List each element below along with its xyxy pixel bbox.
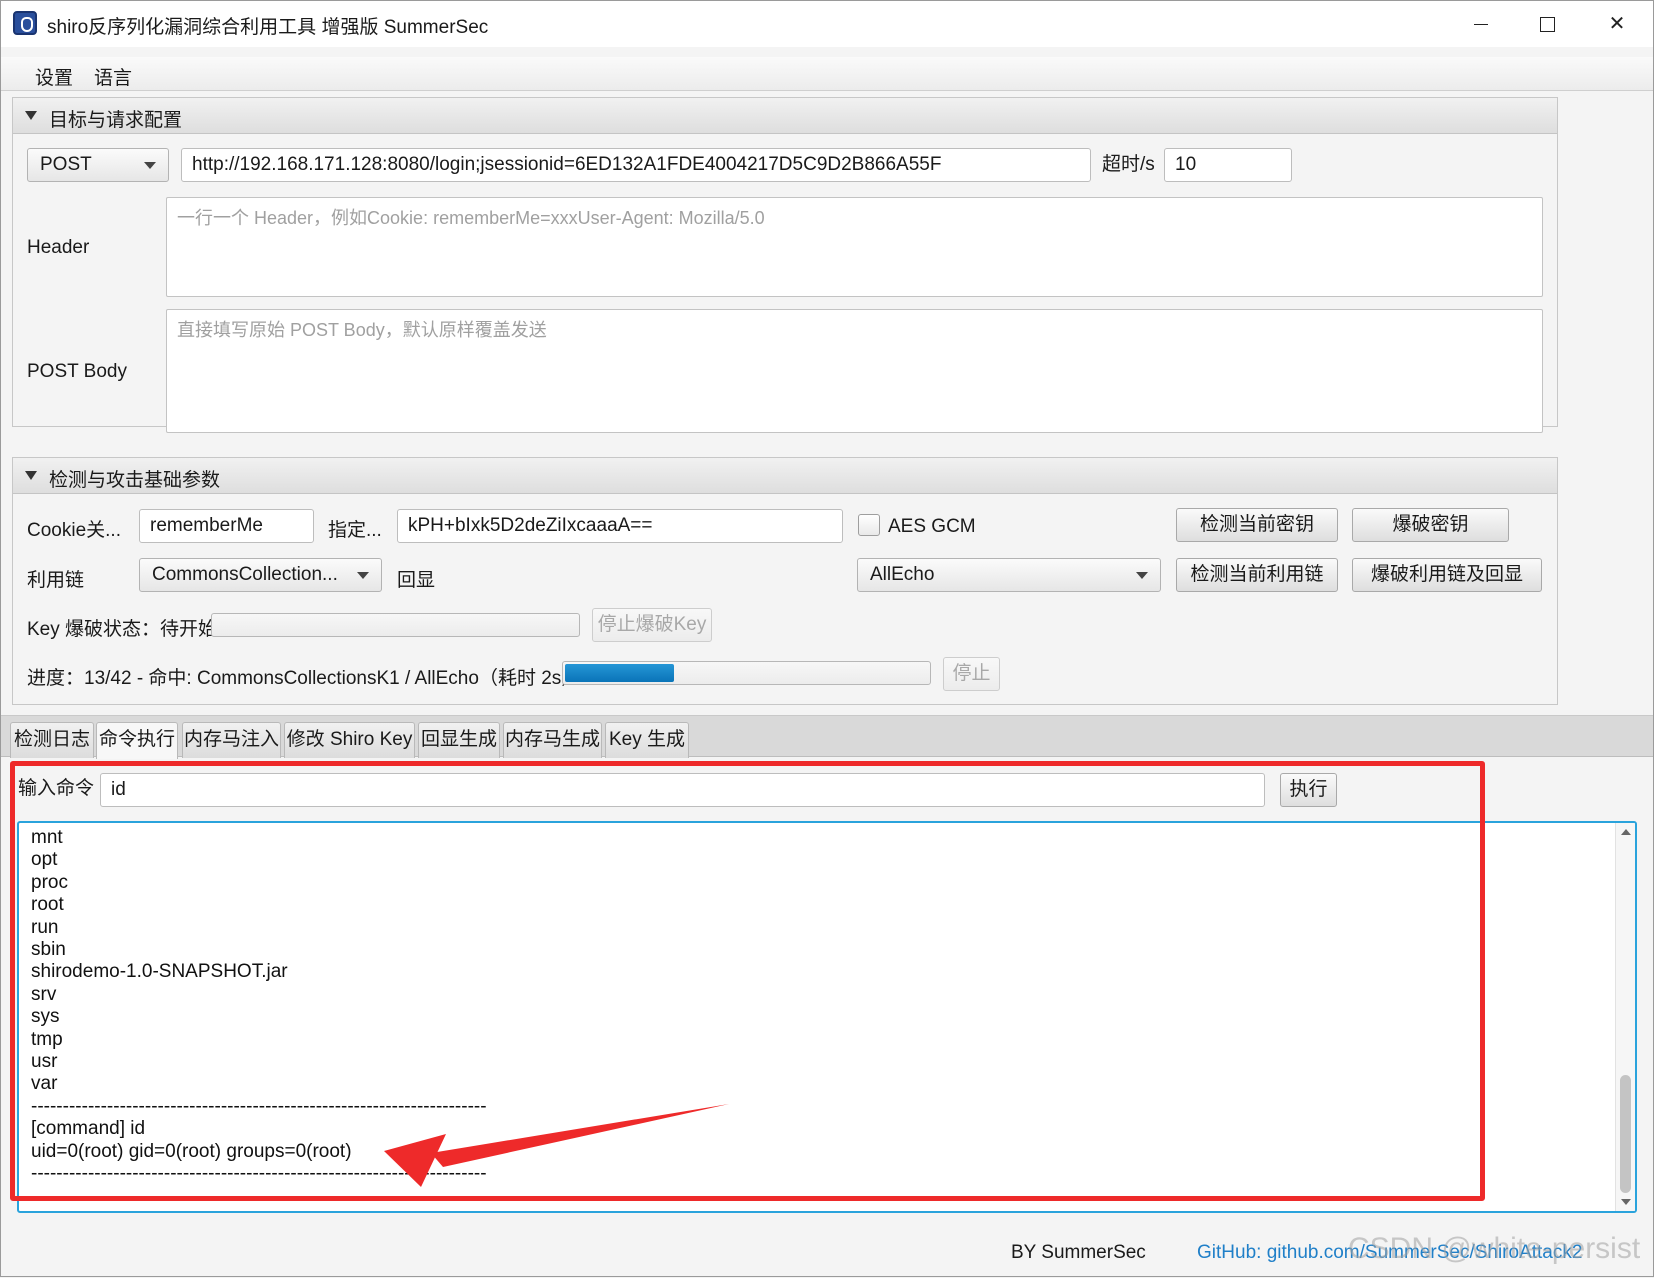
chain-select[interactable]: CommonsCollection... [139, 558, 382, 592]
header-label: Header [27, 237, 90, 258]
target-panel-header[interactable]: 目标与请求配置 [13, 98, 1557, 134]
key-brute-status: Key 爆破状态：待开始 [27, 619, 218, 640]
key-label: 指定... [328, 520, 382, 541]
aes-gcm-checkbox[interactable] [858, 514, 880, 536]
tab-echo-gen[interactable]: 回显生成 [418, 722, 500, 758]
timeout-label: 超时/s [1102, 154, 1155, 175]
stop-button[interactable]: 停止 [943, 657, 1000, 691]
scroll-thumb[interactable] [1620, 1075, 1631, 1193]
stop-key-brute-button[interactable]: 停止爆破Key [592, 608, 712, 642]
cookie-name-input[interactable]: rememberMe [139, 509, 314, 543]
menu-bar: 设置 语言 [1, 57, 1653, 91]
tab-memshell-gen[interactable]: 内存马生成 [503, 722, 602, 758]
echo-select[interactable]: AllEcho [857, 558, 1161, 592]
method-select[interactable]: POST [27, 148, 169, 182]
chain-progress-fill [565, 664, 674, 682]
command-label: 输入命令 [18, 778, 95, 799]
brute-chain-button[interactable]: 爆破利用链及回显 [1352, 558, 1542, 592]
close-button[interactable]: ✕ [1595, 9, 1639, 39]
output-line: ----------------------------------------… [31, 1095, 487, 1117]
output-line: root [31, 894, 64, 916]
scroll-down-icon[interactable] [1621, 1199, 1631, 1205]
output-line: shirodemo-1.0-SNAPSHOT.jar [31, 961, 288, 983]
chevron-down-icon [1136, 572, 1148, 579]
key-brute-progress [211, 613, 580, 637]
output-scrollbar[interactable] [1615, 823, 1635, 1211]
key-input[interactable]: kPH+bIxk5D2deZiIxcaaaA== [397, 509, 843, 543]
post-body-textarea[interactable]: 直接填写原始 POST Body，默认原样覆盖发送 [166, 309, 1543, 433]
echo-label: 回显 [397, 570, 436, 591]
footer-author: BY SummerSec [1011, 1242, 1146, 1263]
output-line: srv [31, 983, 57, 1005]
output-line: usr [31, 1051, 58, 1073]
header-textarea[interactable]: 一行一个 Header，例如Cookie: rememberMe=xxxUser… [166, 197, 1543, 297]
tab-memshell-inject[interactable]: 内存马注入 [182, 722, 281, 758]
chain-progress-bar [562, 661, 931, 685]
menu-language[interactable]: 语言 [94, 63, 132, 90]
command-output[interactable]: mnt opt proc root run sbin shirodemo-1.0-SNAPS… [17, 821, 1637, 1213]
output-line: proc [31, 871, 68, 893]
attack-panel-header[interactable]: 检测与攻击基础参数 [13, 458, 1557, 494]
tab-modify-shiro-key[interactable]: 修改 Shiro Key [284, 722, 415, 758]
echo-value: AllEcho [870, 564, 935, 585]
collapse-triangle-icon [25, 111, 37, 120]
brute-key-button[interactable]: 爆破密钥 [1352, 508, 1509, 542]
collapse-triangle-icon [25, 471, 37, 480]
output-line: [command] id [31, 1118, 146, 1140]
output-line: tmp [31, 1028, 63, 1050]
progress-text: 进度：13/42 - 命中: CommonsCollectionsK1 / Al… [27, 668, 581, 689]
cookie-label: Cookie关... [27, 520, 121, 541]
detect-key-button[interactable]: 检测当前密钥 [1176, 508, 1338, 542]
chain-value: CommonsCollection... [152, 564, 338, 585]
chevron-down-icon [144, 162, 156, 169]
target-panel-title: 目标与请求配置 [49, 110, 183, 131]
detect-chain-button[interactable]: 检测当前利用链 [1176, 558, 1338, 592]
output-line: ----------------------------------------… [31, 1163, 487, 1185]
app-window: shiro反序列化漏洞综合利用工具 增强版 SummerSec ✕ 设置 语言 … [0, 0, 1654, 1277]
scroll-up-icon[interactable] [1621, 829, 1631, 835]
watermark: CSDN @white-persist [1348, 1232, 1641, 1265]
title-bar: shiro反序列化漏洞综合利用工具 增强版 SummerSec ✕ [1, 1, 1653, 47]
command-input[interactable]: id [100, 773, 1265, 807]
tab-key-gen[interactable]: Key 生成 [605, 722, 689, 758]
chevron-down-icon [357, 572, 369, 579]
output-line: mnt [31, 827, 63, 848]
tab-bar: 检测日志 命令执行 内存马注入 修改 Shiro Key 回显生成 内存马生成 … [1, 715, 1653, 759]
minimize-button[interactable] [1459, 9, 1503, 39]
output-line: sbin [31, 939, 66, 961]
execute-button[interactable]: 执行 [1280, 773, 1337, 807]
method-value: POST [40, 154, 92, 175]
url-input[interactable]: http://192.168.171.128:8080/login;jsessi… [181, 148, 1091, 182]
output-line: sys [31, 1006, 60, 1028]
aes-gcm-label: AES GCM [888, 516, 976, 537]
chain-label: 利用链 [27, 570, 85, 591]
timeout-input[interactable]: 10 [1164, 148, 1292, 182]
output-text: mnt opt proc root run sbin shirodemo-1.0-SNAPS… [31, 827, 487, 1186]
close-icon: ✕ [1608, 13, 1626, 35]
window-title: shiro反序列化漏洞综合利用工具 增强版 SummerSec [47, 17, 489, 38]
tab-detect-log[interactable]: 检测日志 [10, 722, 94, 758]
output-line: run [31, 916, 59, 938]
post-body-label: POST Body [27, 361, 127, 382]
shield-icon [13, 11, 37, 35]
output-line: opt [31, 849, 58, 871]
tab-command-exec[interactable]: 命令执行 [96, 722, 178, 759]
output-line: var [31, 1073, 58, 1095]
maximize-button[interactable] [1525, 9, 1569, 39]
output-line: uid=0(root) gid=0(root) groups=0(root) [31, 1140, 352, 1162]
attack-panel-title: 检测与攻击基础参数 [49, 470, 221, 491]
menu-settings[interactable]: 设置 [35, 63, 73, 90]
